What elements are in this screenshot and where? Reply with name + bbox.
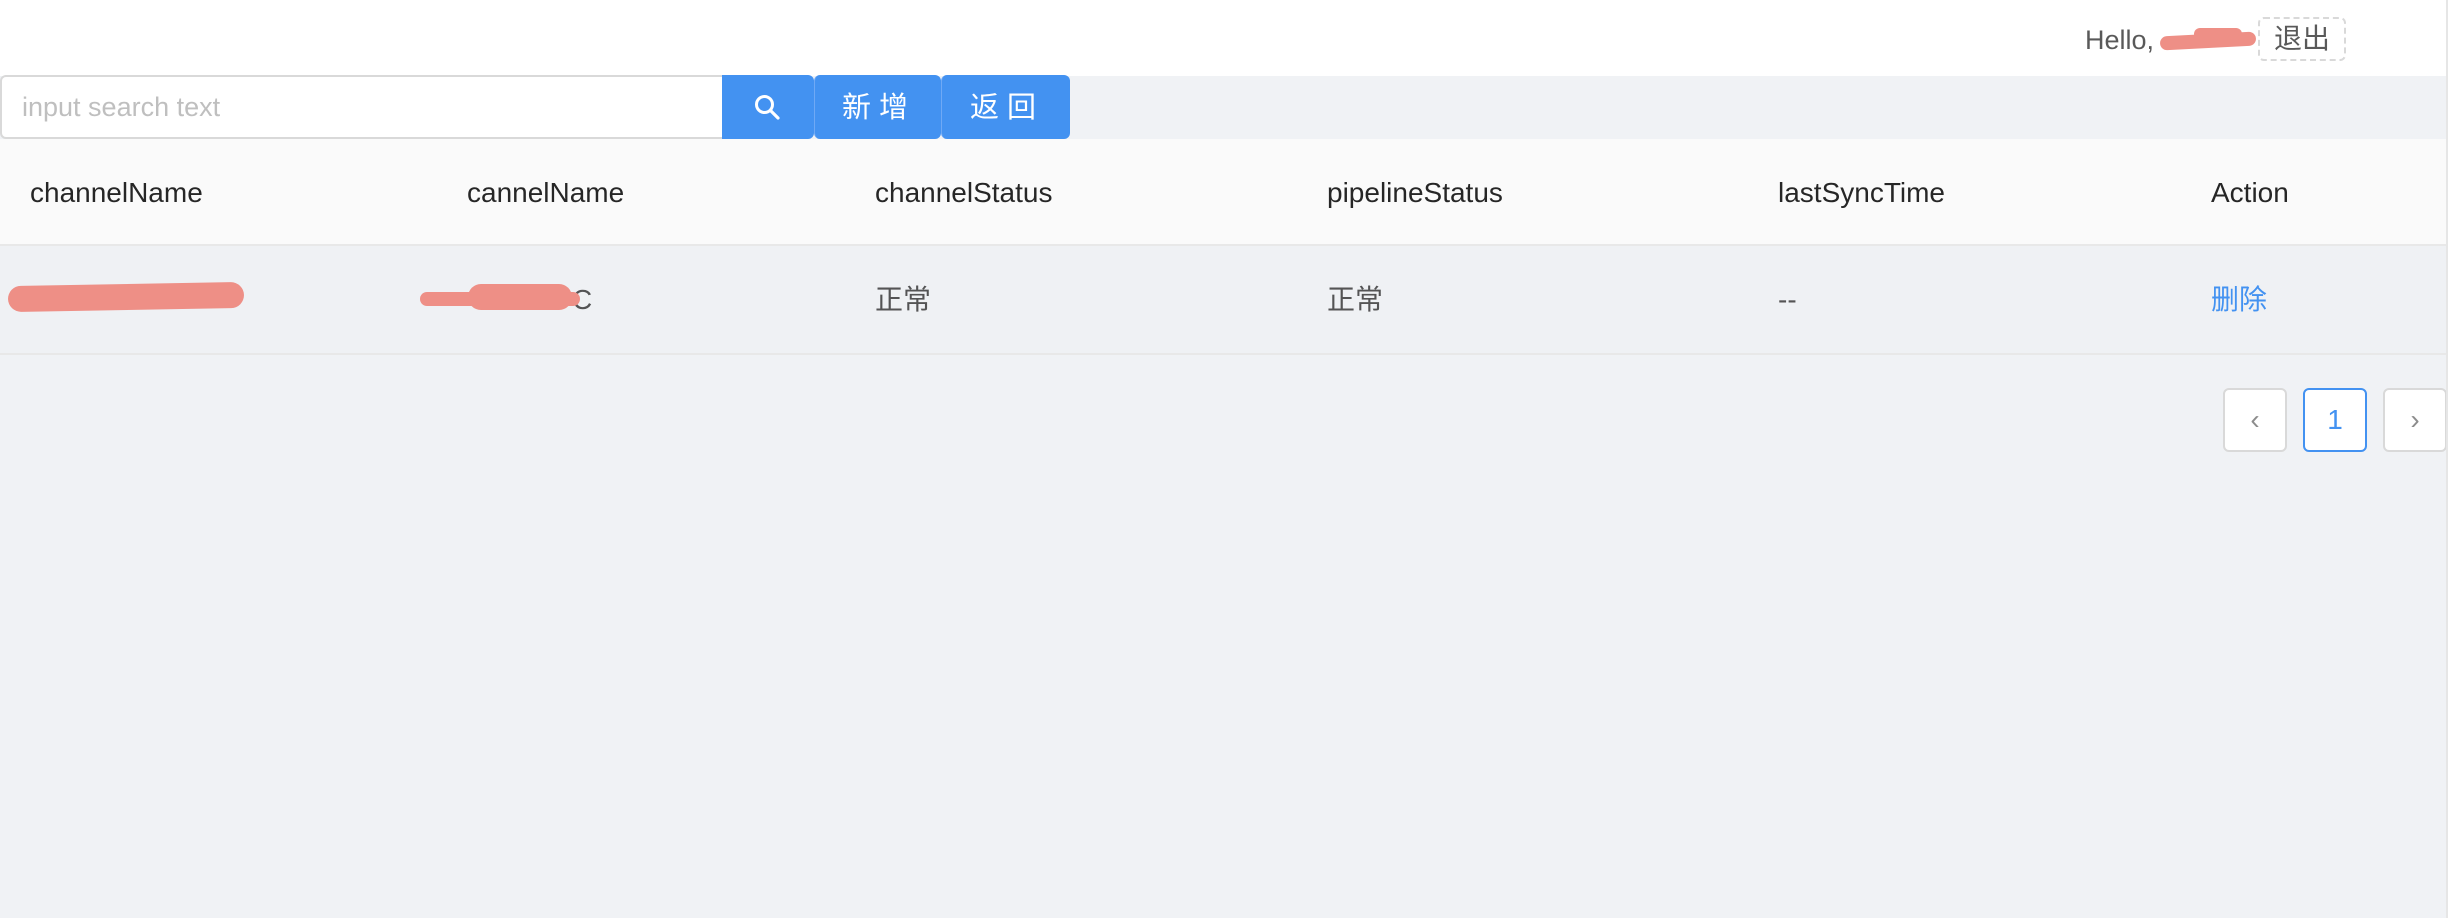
add-button[interactable]: 新增 — [814, 75, 941, 139]
column-header-pipelinestatus[interactable]: pipelineStatus — [1327, 139, 1503, 246]
chevron-left-icon: ‹ — [2250, 404, 2260, 435]
search-icon — [755, 95, 780, 120]
top-header: Hello,! 退出 — [0, 0, 2446, 76]
redacted-username — [2154, 22, 2256, 58]
pagination-prev-button[interactable]: ‹ — [2223, 388, 2287, 452]
pagination-page-1[interactable]: 1 — [2303, 388, 2367, 452]
window-edge — [2446, 0, 2454, 918]
column-header-channelname[interactable]: channelName — [30, 139, 203, 246]
table-row: C 正常 正常 -- 删除 — [0, 246, 2446, 355]
column-header-action: Action — [2211, 177, 2289, 208]
cell-lastsynctime: -- — [1778, 284, 1797, 315]
page: Hello,! 退出 新增 返回 channelName cannelName … — [0, 0, 2454, 918]
table-header: channelName cannelName channelStatus pip… — [0, 139, 2446, 246]
redacted-cannelname-blob — [468, 284, 572, 310]
channel-table: channelName cannelName channelStatus pip… — [0, 139, 2446, 355]
search-button[interactable] — [722, 75, 814, 139]
logout-button[interactable]: 退出 — [2258, 17, 2346, 61]
column-header-cannelname[interactable]: cannelName — [467, 139, 624, 246]
greeting-prefix: Hello, — [2085, 25, 2155, 55]
column-header-lastsynctime[interactable]: lastSyncTime — [1778, 139, 1945, 246]
pagination-next-button[interactable]: › — [2383, 388, 2447, 452]
chevron-right-icon: › — [2410, 404, 2420, 435]
column-header-channelstatus[interactable]: channelStatus — [875, 139, 1052, 246]
back-button[interactable]: 返回 — [941, 75, 1070, 139]
cell-channelstatus: 正常 — [875, 284, 932, 315]
user-greeting: Hello,! — [2085, 22, 2264, 58]
cell-pipelinestatus: 正常 — [1327, 284, 1384, 315]
search-input[interactable] — [0, 75, 723, 139]
redacted-channelname — [7, 281, 245, 313]
delete-link[interactable]: 删除 — [2211, 246, 2267, 353]
